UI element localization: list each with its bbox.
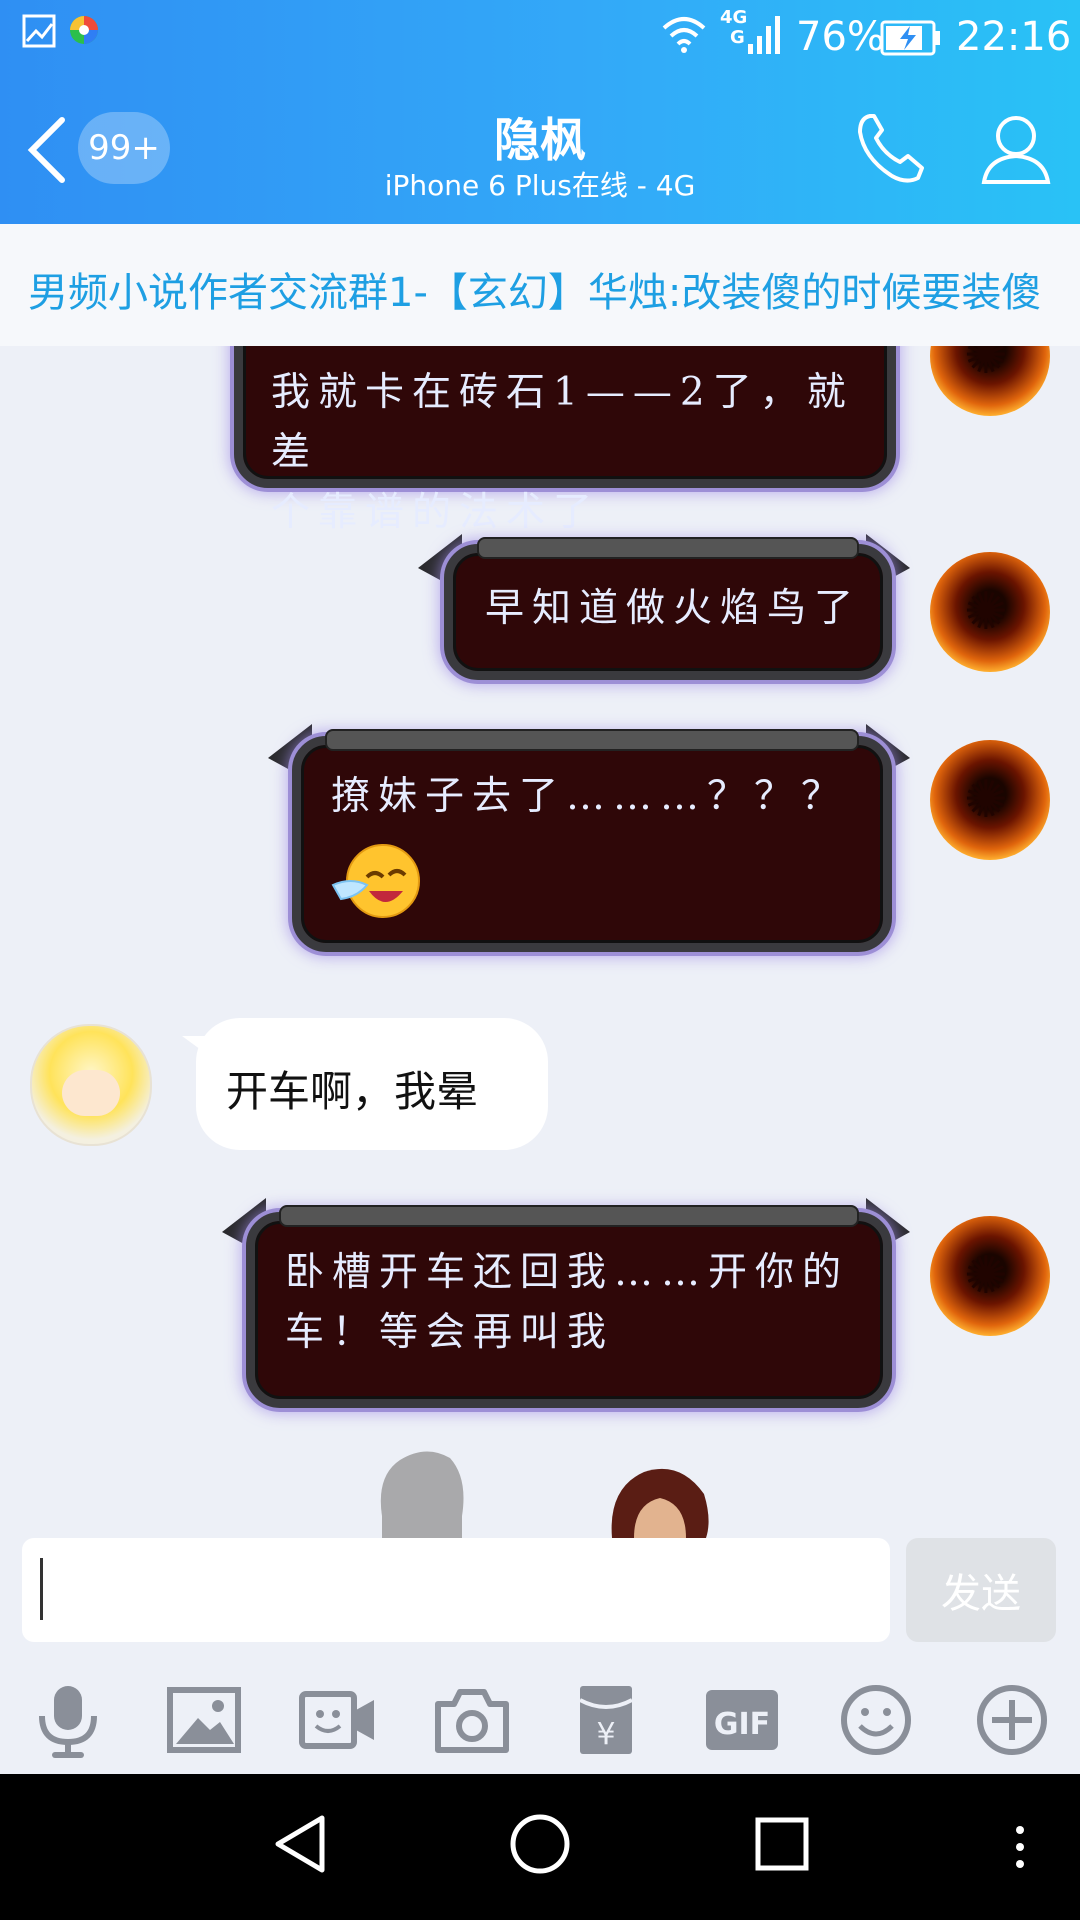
app-notification-icon — [70, 16, 98, 44]
phoenix-icon: ✺ — [964, 582, 1008, 642]
avatar-face — [62, 1070, 120, 1116]
phoenix-icon: ✺ — [964, 1246, 1008, 1306]
nav-home-icon[interactable] — [508, 1812, 572, 1876]
gif-icon[interactable]: GIF — [702, 1680, 782, 1760]
emoji-icon[interactable] — [836, 1680, 916, 1760]
message-text: 开车啊，我晕 — [226, 1067, 479, 1116]
sticker-silhouette[interactable] — [370, 1446, 480, 1538]
phoenix-icon: ✺ — [964, 346, 1008, 386]
message-input[interactable] — [22, 1538, 890, 1642]
nav-recents-icon[interactable] — [752, 1814, 812, 1874]
wifi-icon — [662, 17, 706, 53]
phone-call-icon[interactable] — [852, 108, 932, 188]
crying-laughing-emoji-icon — [331, 844, 420, 918]
message-line: 车！等会再叫我 — [285, 1310, 615, 1355]
input-bar: 发送 ¥ GIF — [0, 1538, 1080, 1772]
image-icon[interactable] — [164, 1680, 244, 1760]
status-bar: 4G G 76% 22:16 — [0, 0, 1080, 76]
signal-icon — [748, 16, 780, 54]
my-avatar[interactable]: ✺ — [930, 1216, 1050, 1336]
message-bubble-sent[interactable]: 早知道做火焰鸟了 — [444, 537, 892, 680]
message-line: 个靠谱的法术了 — [271, 490, 601, 535]
network-type: 4G G — [720, 8, 747, 48]
message-bubble-received[interactable]: 开车啊，我晕 — [182, 1018, 548, 1150]
red-packet-icon[interactable]: ¥ — [566, 1680, 646, 1760]
chat-header: 4G G 76% 22:16 99+ 隐枫 iPhone 6 Plus在线 - … — [0, 0, 1080, 224]
bubble-cap — [325, 729, 859, 751]
friend-avatar[interactable] — [30, 1024, 152, 1146]
phoenix-icon: ✺ — [964, 770, 1008, 830]
network-label-bottom: G — [730, 27, 745, 48]
message-line: 卧槽开车还回我……开你的 — [285, 1250, 850, 1295]
message-line: 我就卡在砖石1——2了，就差 — [271, 370, 854, 475]
svg-text:¥: ¥ — [596, 1717, 615, 1752]
gif-label: GIF — [714, 1707, 770, 1742]
camera-icon[interactable] — [432, 1680, 512, 1760]
message-text: 我就卡在砖石1——2了，就差 个靠谱的法术了 — [271, 363, 887, 543]
message-text: 卧槽开车还回我……开你的 车！等会再叫我 — [285, 1243, 849, 1363]
group-notice-text: 男频小说作者交流群1-【玄幻】华烛:改装傻的时候要装傻 — [28, 270, 1042, 316]
nav-back-icon[interactable] — [272, 1814, 328, 1874]
network-label-top: 4G — [720, 7, 748, 28]
message-bubble-sent[interactable]: 我就卡在砖石1——2了，就差 个靠谱的法术了 — [234, 346, 896, 535]
group-notice-banner[interactable]: 男频小说作者交流群1-【玄幻】华烛:改装傻的时候要装傻 — [0, 224, 1080, 347]
battery-percent: 76% — [796, 14, 885, 60]
message-bubble-sent[interactable]: 卧槽开车还回我……开你的 车！等会再叫我 — [246, 1205, 892, 1408]
nav-more-icon[interactable] — [1010, 1824, 1030, 1870]
bubble-cap — [279, 1205, 859, 1227]
my-avatar[interactable]: ✺ — [930, 346, 1050, 416]
message-text: 早知道做火焰鸟了 — [485, 586, 862, 631]
bubble-tail — [182, 1036, 212, 1058]
send-button[interactable]: 发送 — [906, 1538, 1056, 1642]
message-list[interactable]: 我就卡在砖石1——2了，就差 个靠谱的法术了 ✺ 早知道做火焰鸟了 ✺ 撩妹子去… — [0, 346, 1080, 1538]
video-call-icon[interactable] — [298, 1680, 378, 1760]
gallery-notification-icon — [22, 14, 56, 48]
profile-icon[interactable] — [976, 108, 1056, 188]
battery-charging-icon — [880, 20, 940, 56]
plus-icon[interactable] — [972, 1680, 1052, 1760]
my-avatar[interactable]: ✺ — [930, 552, 1050, 672]
system-navigation-bar — [0, 1774, 1080, 1920]
clock: 22:16 — [956, 14, 1072, 60]
message-bubble-sent[interactable]: 撩妹子去了………？？？ — [292, 729, 892, 952]
message-text: 撩妹子去了………？？？ — [331, 774, 849, 819]
bubble-cap — [477, 537, 859, 559]
sticker-character[interactable] — [604, 1464, 714, 1538]
text-cursor — [40, 1558, 43, 1620]
my-avatar[interactable]: ✺ — [930, 740, 1050, 860]
microphone-icon[interactable] — [28, 1680, 108, 1760]
